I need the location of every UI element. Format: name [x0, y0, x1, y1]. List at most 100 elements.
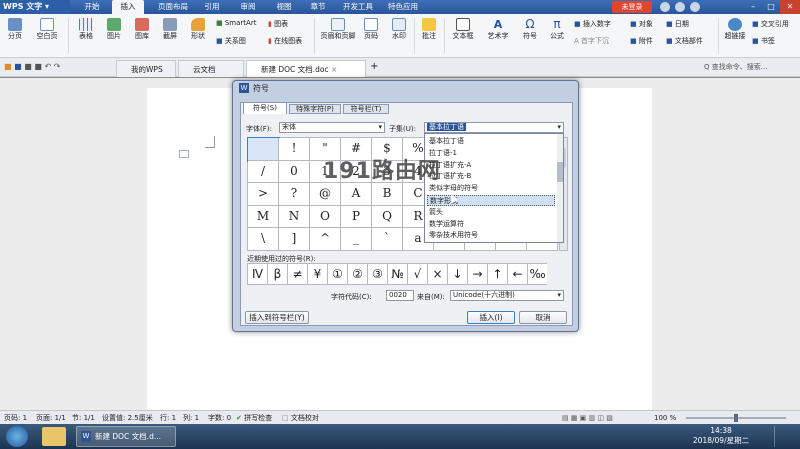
- subset-option[interactable]: 拉丁语扩充-B: [427, 171, 555, 182]
- recent-symbol-cell[interactable]: ×: [427, 263, 447, 285]
- recent-symbol-cell[interactable]: ≠: [287, 263, 307, 285]
- screenshot-button[interactable]: 截屏: [158, 18, 182, 41]
- smartart-button[interactable]: ■ SmartArt: [216, 19, 266, 27]
- recent-symbol-cell[interactable]: →: [467, 263, 487, 285]
- char-code-input[interactable]: 0020: [386, 290, 414, 301]
- shape-button[interactable]: 形状: [186, 18, 210, 41]
- start-button[interactable]: [6, 426, 28, 447]
- redo-icon[interactable]: ↷: [54, 62, 61, 71]
- page-break-button[interactable]: 分页: [4, 18, 26, 41]
- symbol-cell[interactable]: !: [279, 138, 310, 161]
- recent-symbol-cell[interactable]: ←: [507, 263, 527, 285]
- print-icon[interactable]: ■: [24, 62, 32, 71]
- subset-option[interactable]: 拉丁语-1: [427, 148, 555, 159]
- new-tab-button[interactable]: +: [370, 61, 378, 72]
- comment-button[interactable]: 批注: [418, 18, 440, 41]
- formula-button[interactable]: π 公式: [546, 18, 568, 41]
- relation-button[interactable]: ■ 关系图: [216, 36, 266, 46]
- symbol-cell[interactable]: N: [279, 205, 310, 229]
- settings-icon[interactable]: [675, 2, 685, 12]
- subset-select[interactable]: 基本拉丁语 ▾: [424, 122, 564, 133]
- font-select[interactable]: 宋体 ▾: [279, 122, 385, 133]
- recent-symbol-cell[interactable]: ②: [347, 263, 367, 285]
- symbol-cell[interactable]: ^: [310, 228, 341, 251]
- symbol-cell[interactable]: ?: [279, 183, 310, 206]
- recent-symbol-cell[interactable]: ③: [367, 263, 387, 285]
- symbol-cell[interactable]: Q: [372, 205, 403, 229]
- recent-symbol-cell[interactable]: ¥: [307, 263, 327, 285]
- subset-option[interactable]: 类似字母的符号: [427, 183, 555, 194]
- close-icon[interactable]: ✕: [780, 0, 800, 14]
- search-box[interactable]: Q 查找命令、搜索...: [704, 62, 796, 73]
- zoom-slider-thumb[interactable]: [734, 414, 738, 422]
- tab-special-chars[interactable]: 特殊字符(P): [289, 104, 341, 114]
- symbol-cell[interactable]: P: [341, 205, 372, 229]
- symbol-cell[interactable]: /: [248, 160, 279, 184]
- help-icon[interactable]: [690, 2, 700, 12]
- online-chart-button[interactable]: ▮ 在线图表: [268, 36, 314, 46]
- menu-item-section[interactable]: 章节: [306, 0, 330, 14]
- bookmark-button[interactable]: ■ 书签: [752, 36, 798, 46]
- recent-symbol-cell[interactable]: ‰: [527, 263, 547, 285]
- subset-option[interactable]: 基本拉丁语: [427, 136, 555, 147]
- skin-icon[interactable]: [660, 2, 670, 12]
- header-footer-button[interactable]: 页眉和页脚: [318, 18, 358, 41]
- doc-part-button[interactable]: ■ 文档部件: [666, 36, 716, 46]
- insert-to-bar-button[interactable]: 插入到符号栏(Y): [245, 311, 309, 324]
- subset-option[interactable]: 零杂技术用符号: [427, 230, 555, 241]
- textbox-button[interactable]: 文本框: [448, 18, 478, 41]
- taskbar-wps-doc[interactable]: W 新建 DOC 文档.d...: [76, 426, 176, 447]
- from-select[interactable]: Unicode(十六进制) ▾: [450, 290, 564, 301]
- attachment-button[interactable]: ■ 附件: [630, 36, 662, 46]
- hyperlink-button[interactable]: 超链接: [720, 18, 750, 41]
- symbol-cell[interactable]: B: [372, 183, 403, 206]
- save-icon[interactable]: ■: [14, 62, 22, 71]
- symbol-cell[interactable]: M: [248, 205, 279, 229]
- symbol-cell[interactable]: >: [248, 183, 279, 206]
- menu-item-layout[interactable]: 页面布局: [152, 0, 194, 14]
- recent-symbol-cell[interactable]: β: [267, 263, 287, 285]
- tab-document[interactable]: 新建 DOC 文档.doc ×: [246, 60, 366, 77]
- recent-symbol-cell[interactable]: ↑: [487, 263, 507, 285]
- close-tab-icon[interactable]: ×: [331, 65, 337, 74]
- menu-item-features[interactable]: 特色应用: [383, 0, 423, 14]
- menu-item-start[interactable]: 开始: [78, 0, 106, 14]
- subset-option[interactable]: 数字形式: [427, 195, 555, 206]
- tab-symbols[interactable]: 符号(S): [243, 102, 287, 114]
- symbol-cell[interactable]: @: [310, 183, 341, 206]
- gallery-button[interactable]: 图库: [130, 18, 154, 41]
- symbol-button[interactable]: Ω 符号: [518, 18, 542, 41]
- cross-ref-button[interactable]: ■ 交叉引用: [752, 19, 798, 29]
- symbol-cell[interactable]: _: [341, 228, 372, 251]
- recent-symbol-cell[interactable]: ①: [327, 263, 347, 285]
- image-button[interactable]: 图片: [102, 18, 126, 41]
- recent-symbol-cell[interactable]: №: [387, 263, 407, 285]
- subset-option[interactable]: 数学运算符: [427, 219, 555, 230]
- insert-number-button[interactable]: ■ 插入数字: [574, 19, 628, 29]
- symbol-cell[interactable]: 0: [279, 160, 310, 184]
- subset-option[interactable]: 箭头: [427, 207, 555, 218]
- symbol-cell[interactable]: A: [341, 183, 372, 206]
- page-number-button[interactable]: 页码: [360, 18, 382, 41]
- spell-check[interactable]: ✔ 拼写检查: [236, 412, 272, 424]
- symbol-cell[interactable]: [247, 137, 280, 162]
- recent-symbol-cell[interactable]: √: [407, 263, 427, 285]
- undo-icon[interactable]: ↶: [44, 62, 51, 71]
- object-button[interactable]: ■ 对象: [630, 19, 662, 29]
- menu-item-insert[interactable]: 插入: [112, 0, 144, 14]
- symbol-cell[interactable]: `: [372, 228, 403, 251]
- maximize-icon[interactable]: □: [762, 0, 780, 14]
- tab-my-wps[interactable]: 我的WPS: [116, 60, 176, 77]
- insert-button[interactable]: 插入(I): [467, 311, 515, 324]
- view-mode-icons[interactable]: ▤ ▦ ▣ ▥ ◫ ▧: [562, 412, 613, 424]
- tab-symbol-bar[interactable]: 符号栏(T): [343, 104, 389, 114]
- menu-item-developer[interactable]: 开发工具: [338, 0, 378, 14]
- app-menu-button[interactable]: WPS 文字 ▾: [0, 0, 70, 14]
- preview-icon[interactable]: ■: [34, 62, 42, 71]
- first-drop-button[interactable]: A 首字下沉: [574, 36, 628, 46]
- watermark-button[interactable]: 水印: [388, 18, 410, 41]
- open-icon[interactable]: ■: [4, 62, 12, 71]
- wordart-button[interactable]: A 艺术字: [482, 18, 514, 41]
- dropdown-scrollbar[interactable]: [557, 134, 563, 242]
- symbol-cell[interactable]: \: [248, 228, 279, 251]
